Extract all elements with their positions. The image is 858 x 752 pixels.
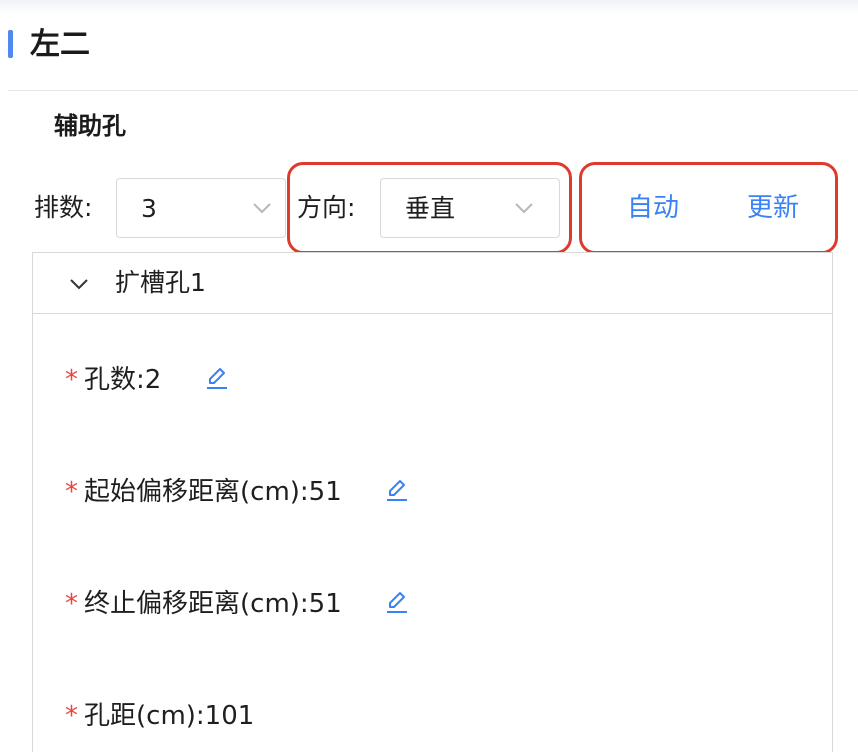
field-label: 孔数: [84,365,145,395]
edit-icon[interactable] [384,589,410,615]
auto-button[interactable]: 自动 [627,191,679,225]
chevron-down-icon[interactable] [69,277,89,291]
required-mark: * [65,477,78,507]
section-title: 左二 [30,27,90,62]
field-value: 101 [204,701,255,731]
subsection-title: 辅助孔 [54,112,126,140]
edit-icon[interactable] [204,365,230,391]
direction-select-value: 垂直 [405,194,456,223]
rows-label: 排数: [34,193,93,222]
section-accent-bar [8,30,13,58]
panel-header[interactable]: 扩槽孔1 [33,253,832,314]
update-button[interactable]: 更新 [747,191,799,225]
form-row-hole-count: * 孔数:2 [65,360,230,400]
required-mark: * [65,701,78,731]
rows-select-value: 3 [141,194,157,223]
required-mark: * [65,589,78,619]
form-row-start-offset: * 起始偏移距离(cm):51 [65,472,410,512]
field-label: 终止偏移距离(cm): [84,589,309,619]
direction-label: 方向: [297,193,356,222]
form-row-end-offset: * 终止偏移距离(cm):51 [65,584,410,624]
actions-highlight-box [579,162,838,254]
rows-select[interactable]: 3 [116,178,286,238]
top-shadow [0,0,858,14]
form-row-hole-spacing: * 孔距(cm):101 [65,696,254,736]
required-mark: * [65,365,78,395]
field-label: 起始偏移距离(cm): [84,477,309,507]
chevron-down-icon [515,203,533,214]
field-value: 51 [308,477,342,507]
field-label: 孔距(cm): [84,701,205,731]
edit-icon[interactable] [384,477,410,503]
field-value: 51 [308,589,342,619]
chevron-down-icon [253,203,271,214]
slot-hole-panel: 扩槽孔1 * 孔数:2 * 起始偏移距离(cm):51 * 终止偏移距离(cm):51… [32,252,833,752]
header-divider [8,90,858,91]
direction-select[interactable]: 垂直 [380,178,560,238]
panel-title: 扩槽孔1 [115,268,206,297]
field-value: 2 [144,365,162,395]
